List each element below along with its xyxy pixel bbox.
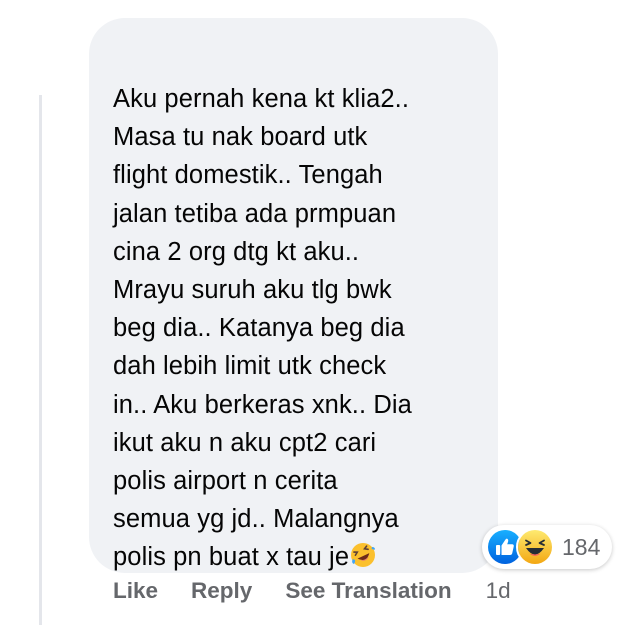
comment-line: dah lebih limit utk check (113, 352, 387, 381)
like-button[interactable]: Like (113, 578, 158, 604)
comment-bubble: Aku pernah kena kt klia2.. Masa tu nak b… (89, 18, 498, 573)
thread-line (39, 95, 42, 625)
comment-line: polis pn buat x tau je (113, 543, 350, 572)
comment-line: Aku pernah kena kt klia2.. (113, 85, 410, 113)
reaction-count: 184 (562, 533, 601, 560)
comment-line: ikut aku n aku cpt2 cari (113, 428, 377, 457)
comment-line: flight domestik.. Tengah (113, 161, 383, 190)
comment-line: Masa tu nak board utk (113, 123, 368, 152)
comment-line: semua yg jd.. Malangnya (113, 505, 399, 534)
reply-button[interactable]: Reply (191, 578, 252, 604)
reactions-summary[interactable]: 184 (482, 525, 613, 569)
comment-line: beg dia.. Katanya beg dia (113, 314, 405, 343)
haha-reaction-icon (516, 528, 554, 566)
comment-line: cina 2 org dtg kt aku.. (113, 237, 360, 266)
see-translation-button[interactable]: See Translation (285, 578, 451, 604)
comment-line: jalan tetiba ada prmpuan (113, 199, 397, 228)
comment-text: Aku pernah kena kt klia2.. Masa tu nak b… (113, 80, 478, 577)
comment-line: in.. Aku berkeras xnk.. Dia (113, 390, 412, 419)
comment-line: Mrayu suruh aku tlg bwk (113, 276, 392, 305)
rolling-on-floor-laughing-emoji-icon (350, 541, 376, 568)
comment-line: polis airport n cerita (113, 467, 338, 496)
timestamp[interactable]: 1d (486, 578, 511, 604)
comment-actions: Like Reply See Translation 1d (113, 578, 511, 604)
